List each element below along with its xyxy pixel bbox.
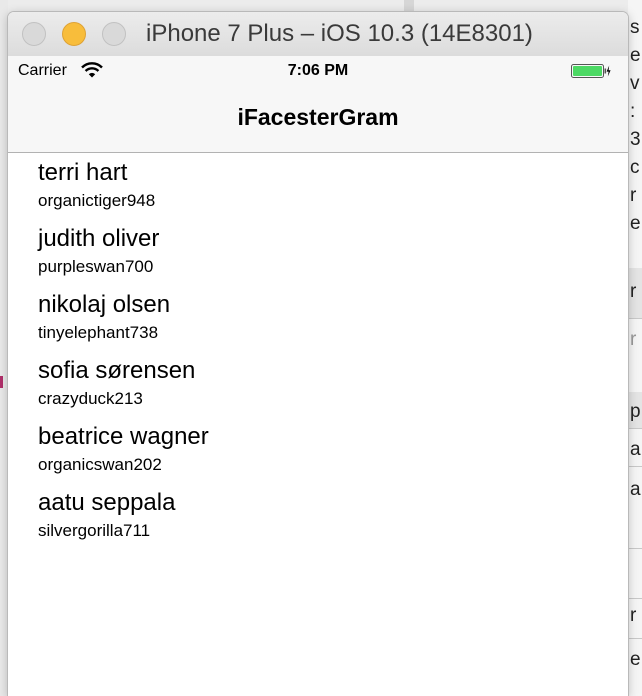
list-item[interactable]: nikolaj olsen tinyelephant738 — [38, 285, 598, 351]
window-minimize-button[interactable] — [62, 22, 86, 46]
background-letter: r — [630, 281, 637, 302]
background-left-strip — [0, 0, 8, 696]
background-letter: a — [630, 439, 641, 460]
background-letter: e — [630, 649, 641, 670]
list-item[interactable]: beatrice wagner organicswan202 — [38, 417, 598, 483]
window-zoom-button[interactable] — [102, 22, 126, 46]
simulator-window: iPhone 7 Plus – iOS 10.3 (14E8301) Carri… — [8, 12, 628, 696]
background-marker — [0, 376, 3, 388]
navigation-bar: iFacesterGram — [8, 86, 628, 153]
background-letter: s — [630, 17, 640, 38]
background-letter: r — [630, 329, 637, 350]
background-letter: r — [630, 605, 637, 626]
user-handle: organicswan202 — [38, 455, 162, 474]
device-screen: Carrier 7:06 PM iFacesterGram terri hart… — [8, 56, 628, 696]
battery-icon — [571, 64, 611, 78]
background-letter: v — [630, 73, 640, 94]
background-letter: p — [630, 401, 641, 422]
list-item[interactable]: sofia sørensen crazyduck213 — [38, 351, 598, 417]
user-name: sofia sørensen — [38, 357, 196, 384]
background-letter: 3 — [630, 129, 641, 150]
user-name: terri hart — [38, 159, 128, 186]
background-letter: r — [630, 185, 637, 206]
user-handle: crazyduck213 — [38, 389, 143, 408]
background-letter: e — [630, 45, 641, 66]
user-handle: tinyelephant738 — [38, 323, 159, 342]
status-bar: Carrier 7:06 PM — [8, 56, 628, 86]
list-item[interactable]: judith oliver purpleswan700 — [38, 219, 598, 285]
list-item[interactable]: terri hart organictiger948 — [38, 153, 598, 219]
window-close-button[interactable] — [22, 22, 46, 46]
user-handle: purpleswan700 — [38, 257, 154, 276]
background-letter: : — [630, 101, 636, 122]
background-right-panel: s e v : 3 c r e r r p a a r e — [628, 0, 642, 696]
page-title: iFacesterGram — [237, 104, 399, 130]
background-letter: c — [630, 157, 640, 178]
user-name: judith oliver — [38, 225, 160, 252]
window-title: iPhone 7 Plus – iOS 10.3 (14E8301) — [146, 20, 533, 47]
window-titlebar[interactable]: iPhone 7 Plus – iOS 10.3 (14E8301) — [8, 12, 628, 57]
user-handle: organictiger948 — [38, 191, 156, 210]
background-letter: a — [630, 479, 641, 500]
background-letter: e — [630, 213, 641, 234]
user-name: beatrice wagner — [38, 423, 209, 450]
user-name: nikolaj olsen — [38, 291, 171, 318]
user-name: aatu seppala — [38, 489, 176, 516]
user-handle: silvergorilla711 — [38, 521, 151, 540]
status-time: 7:06 PM — [287, 62, 349, 79]
list-item[interactable]: aatu seppala silvergorilla711 — [38, 483, 598, 549]
